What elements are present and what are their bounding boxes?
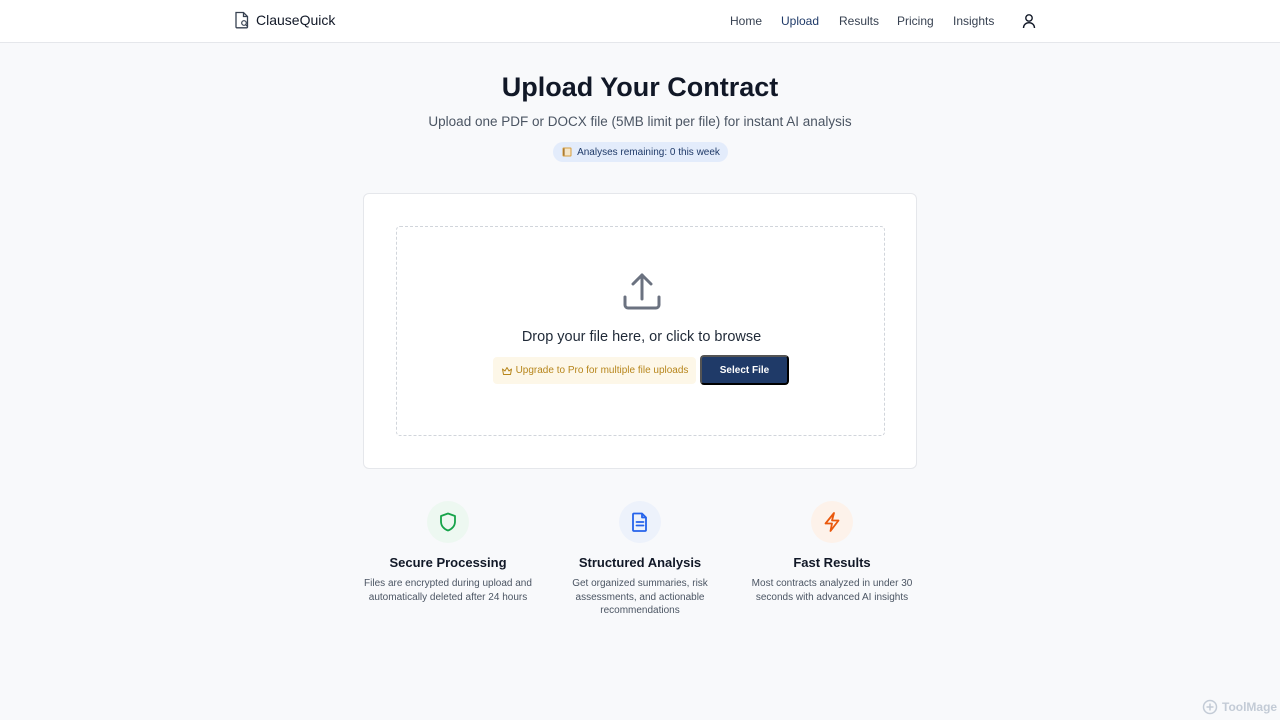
watermark-text: ToolMage — [1222, 700, 1278, 714]
shield-icon-badge — [427, 501, 469, 543]
nav-upload[interactable]: Upload — [781, 14, 819, 28]
crown-icon — [501, 366, 512, 375]
book-icon — [562, 147, 572, 157]
top-navbar: ClauseQuick Home Upload Results Pricing … — [0, 0, 1280, 43]
upgrade-pro-text: Upgrade to Pro for multiple file uploads — [515, 365, 689, 376]
feature-fast-results: Fast Results Most contracts analyzed in … — [747, 501, 917, 604]
feature-description: Get organized summaries, risk assessment… — [572, 578, 708, 616]
drop-instructions: Drop your file here, or click to browse — [521, 329, 762, 345]
upgrade-pro-note[interactable]: Upgrade to Pro for multiple file uploads — [493, 357, 696, 384]
upload-card: Drop your file here, or click to browse … — [363, 193, 917, 469]
analyses-remaining-text: Analyses remaining: 0 this week — [577, 146, 720, 158]
document-icon-badge — [619, 501, 661, 543]
feature-structured-analysis: Structured Analysis Get organized summar… — [555, 501, 725, 618]
feature-secure-processing: Secure Processing Files are encrypted du… — [363, 501, 533, 604]
upload-icon — [623, 273, 661, 310]
nav-results[interactable]: Results — [839, 14, 879, 28]
analyses-remaining-badge: Analyses remaining: 0 this week — [553, 142, 728, 162]
lightning-icon — [824, 512, 840, 532]
feature-description: Files are encrypted during upload and au… — [364, 578, 532, 603]
lightning-icon-badge — [811, 501, 853, 543]
nav-insights[interactable]: Insights — [953, 14, 994, 28]
document-icon — [632, 512, 647, 532]
user-icon[interactable] — [1020, 12, 1038, 30]
select-file-button[interactable]: Select File — [700, 355, 789, 385]
feature-title: Secure Processing — [389, 555, 507, 570]
page-subtitle: Upload one PDF or DOCX file (5MB limit p… — [428, 114, 852, 129]
document-search-icon — [235, 11, 249, 29]
feature-title: Structured Analysis — [578, 555, 702, 570]
feature-title: Fast Results — [793, 555, 871, 570]
brand-logo[interactable]: ClauseQuick — [234, 11, 335, 29]
file-dropzone[interactable]: Drop your file here, or click to browse … — [396, 226, 885, 436]
nav-pricing[interactable]: Pricing — [897, 14, 934, 28]
toolmage-logo-icon — [1202, 699, 1218, 715]
brand-name: ClauseQuick — [256, 12, 336, 28]
page-title: Upload Your Contract — [501, 72, 779, 102]
shield-icon — [440, 512, 456, 532]
nav-home[interactable]: Home — [730, 14, 762, 28]
feature-description: Most contracts analyzed in under 30 seco… — [751, 578, 913, 603]
toolmage-watermark: ToolMage — [1202, 699, 1277, 715]
